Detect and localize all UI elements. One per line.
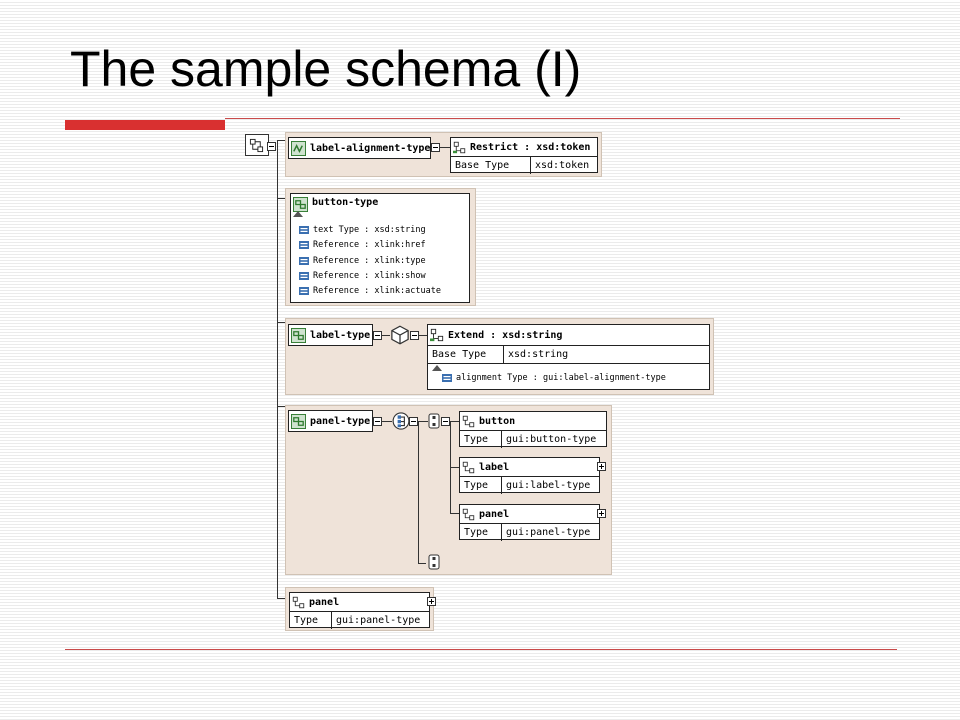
expander-any[interactable] [410, 331, 419, 340]
restrict-icon [453, 141, 466, 154]
element-label[interactable]: label Type gui:label-type [459, 457, 600, 494]
attribute-icon [442, 374, 452, 382]
element-panel-root[interactable]: panel Type gui:panel-type [289, 592, 430, 629]
attribute-icon [299, 257, 309, 265]
element-icon [462, 415, 475, 428]
element-panel[interactable]: panel Type gui:panel-type [459, 504, 600, 541]
collapse-triangle[interactable] [432, 365, 442, 371]
element-type-value: gui:panel-type [506, 527, 591, 538]
element-icon [462, 461, 475, 474]
element-name: panel [479, 508, 510, 520]
complex-type-icon [291, 328, 306, 343]
simple-type-icon [291, 141, 306, 156]
attribute-row: Reference : xlink:href [299, 240, 426, 250]
extend-icon [430, 328, 444, 342]
extend-row-label: Base Type [428, 346, 504, 363]
element-icon [292, 596, 305, 609]
extend-box: Extend : xsd:string Base Type xsd:string… [427, 324, 710, 390]
footer-rule [65, 649, 897, 650]
restrict-row-value: xsd:token [535, 160, 590, 171]
complex-type-icon [291, 414, 306, 429]
node-label: button-type [312, 197, 379, 208]
attribute-row: Reference : xlink:actuate [299, 286, 441, 296]
expander-sequence[interactable] [409, 417, 418, 426]
sequence-icon[interactable] [392, 411, 410, 431]
schema-root-box[interactable] [245, 134, 269, 156]
simple-type-label-alignment-type[interactable]: label-alignment-type [288, 137, 431, 159]
expander-panel-root[interactable] [427, 597, 436, 606]
schema-tree-icon [249, 138, 264, 153]
expander-panel-element[interactable] [597, 509, 606, 518]
schema-diagram: label-alignment-type Restrict : xsd:toke… [0, 0, 960, 720]
expander-panel-type[interactable] [373, 417, 382, 426]
element-type-value: gui:panel-type [336, 615, 421, 626]
element-type-label: Type [460, 431, 502, 448]
restrict-title: Restrict : xsd:token [470, 141, 591, 153]
restrict-box: Restrict : xsd:token Base Type xsd:token [450, 137, 598, 174]
element-type-value: gui:label-type [506, 480, 591, 491]
trunk-line [277, 140, 278, 598]
expander-label-alignment-type[interactable] [431, 143, 440, 152]
expander-schema-root[interactable] [267, 142, 276, 151]
complex-type-panel-type[interactable]: panel-type [288, 410, 373, 432]
attribute-row: Reference : xlink:show [299, 271, 426, 281]
collapse-triangle[interactable] [293, 211, 303, 217]
node-label: panel-type [310, 415, 371, 427]
node-label: label-type [310, 329, 371, 341]
complex-type-button-type[interactable]: button-type [290, 193, 470, 219]
attribute-icon [299, 287, 309, 295]
attribute-list-button-type: text Type : xsd:string Reference : xlink… [290, 219, 470, 303]
expander-label-element[interactable] [597, 462, 606, 471]
element-icon [462, 508, 475, 521]
attribute-icon [299, 226, 309, 234]
extend-row-value: xsd:string [508, 349, 569, 360]
restrict-row-label: Base Type [451, 157, 531, 174]
attribute-row: text Type : xsd:string [299, 225, 426, 235]
element-button[interactable]: button Type gui:button-type [459, 411, 607, 448]
node-label: label-alignment-type [310, 142, 431, 154]
choice-icon[interactable] [426, 552, 442, 572]
extend-title: Extend : xsd:string [448, 329, 563, 341]
attribute-icon [299, 272, 309, 280]
element-name: button [479, 415, 516, 427]
complex-type-label-type[interactable]: label-type [288, 324, 373, 346]
complex-type-icon [293, 197, 308, 212]
expander-label-type[interactable] [373, 331, 382, 340]
element-name: label [479, 461, 510, 473]
element-type-label: Type [460, 524, 502, 541]
attribute-icon [299, 241, 309, 249]
choice-icon[interactable] [426, 411, 442, 431]
expander-choice[interactable] [441, 417, 450, 426]
any-icon[interactable] [390, 325, 410, 345]
attribute-row: Reference : xlink:type [299, 256, 426, 266]
element-type-label: Type [290, 612, 332, 629]
attribute-row: alignment Type : gui:label-alignment-typ… [442, 373, 666, 383]
element-type-label: Type [460, 477, 502, 494]
element-name: panel [309, 596, 340, 608]
element-type-value: gui:button-type [506, 434, 597, 445]
